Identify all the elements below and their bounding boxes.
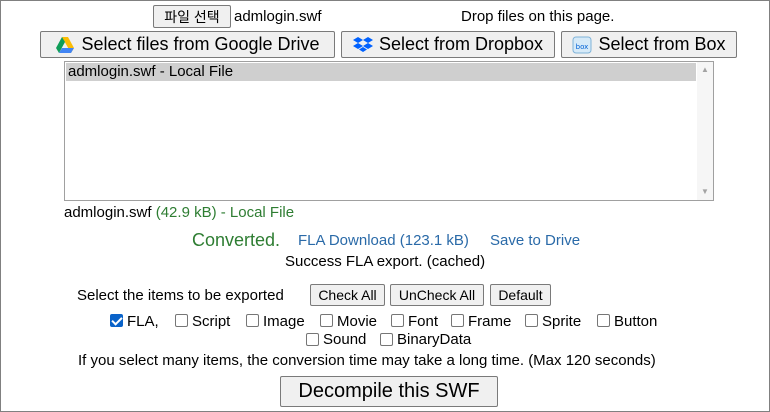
box-label: Select from Box xyxy=(598,34,726,54)
checkbox-fla[interactable] xyxy=(110,314,123,327)
file-listbox[interactable]: admlogin.swf - Local File ▲ ▼ xyxy=(64,61,714,201)
checkbox-frame[interactable] xyxy=(451,314,464,327)
decompile-button[interactable]: Decompile this SWF xyxy=(280,376,498,407)
uncheck-all-button[interactable]: UnCheck All xyxy=(390,284,484,306)
list-item[interactable]: admlogin.swf - Local File xyxy=(66,63,696,81)
scroll-up-icon[interactable]: ▲ xyxy=(697,62,713,78)
file-info: admlogin.swf (42.9 kB) - Local File xyxy=(64,204,294,221)
listbox-scrollbar[interactable]: ▲ ▼ xyxy=(697,62,713,200)
checkbox-font-label: Font xyxy=(408,313,439,330)
google-drive-icon xyxy=(55,35,75,55)
box-icon: box xyxy=(572,35,592,55)
checkbox-script[interactable] xyxy=(175,314,188,327)
check-all-button[interactable]: Check All xyxy=(310,284,385,306)
checkbox-sound-label: Sound xyxy=(323,331,367,348)
checkbox-sound[interactable] xyxy=(306,333,319,346)
box-button[interactable]: box Select from Box xyxy=(561,31,737,58)
export-message: Success FLA export. (cached) xyxy=(285,253,486,270)
checkbox-movie-label: Movie xyxy=(337,313,378,330)
checkbox-fla-label: FLA, xyxy=(127,313,159,330)
converted-status: Converted. xyxy=(192,230,281,250)
google-drive-label: Select files from Google Drive xyxy=(81,34,320,54)
dropbox-button[interactable]: Select from Dropbox xyxy=(341,31,555,58)
drop-hint: Drop files on this page. xyxy=(461,8,615,25)
checkbox-frame-label: Frame xyxy=(468,313,512,330)
dropbox-label: Select from Dropbox xyxy=(378,34,544,54)
conversion-time-note: If you select many items, the conversion… xyxy=(78,352,656,369)
file-info-size: (42.9 kB) - Local File xyxy=(155,204,295,221)
export-prompt: Select the items to be exported xyxy=(77,287,284,304)
fla-download-link[interactable]: FLA Download (123.1 kB) xyxy=(298,232,469,249)
selected-file-name: admlogin.swf xyxy=(234,8,322,25)
checkbox-image[interactable] xyxy=(246,314,259,327)
svg-text:box: box xyxy=(576,43,589,51)
file-info-name: admlogin.swf xyxy=(64,204,152,221)
checkbox-binarydata[interactable] xyxy=(380,333,393,346)
checkbox-sprite-label: Sprite xyxy=(542,313,582,330)
dropbox-icon xyxy=(352,35,373,55)
checkbox-script-label: Script xyxy=(192,313,231,330)
checkbox-sprite[interactable] xyxy=(525,314,538,327)
default-button[interactable]: Default xyxy=(490,284,551,306)
google-drive-button[interactable]: Select files from Google Drive xyxy=(40,31,335,58)
checkbox-image-label: Image xyxy=(263,313,305,330)
checkbox-button[interactable] xyxy=(597,314,610,327)
checkbox-movie[interactable] xyxy=(320,314,333,327)
scroll-down-icon[interactable]: ▼ xyxy=(697,184,713,200)
save-to-drive-link[interactable]: Save to Drive xyxy=(490,232,580,249)
checkbox-binarydata-label: BinaryData xyxy=(397,331,472,348)
checkbox-font[interactable] xyxy=(391,314,404,327)
checkbox-button-label: Button xyxy=(614,313,658,330)
choose-file-button[interactable]: 파일 선택 xyxy=(153,5,231,28)
